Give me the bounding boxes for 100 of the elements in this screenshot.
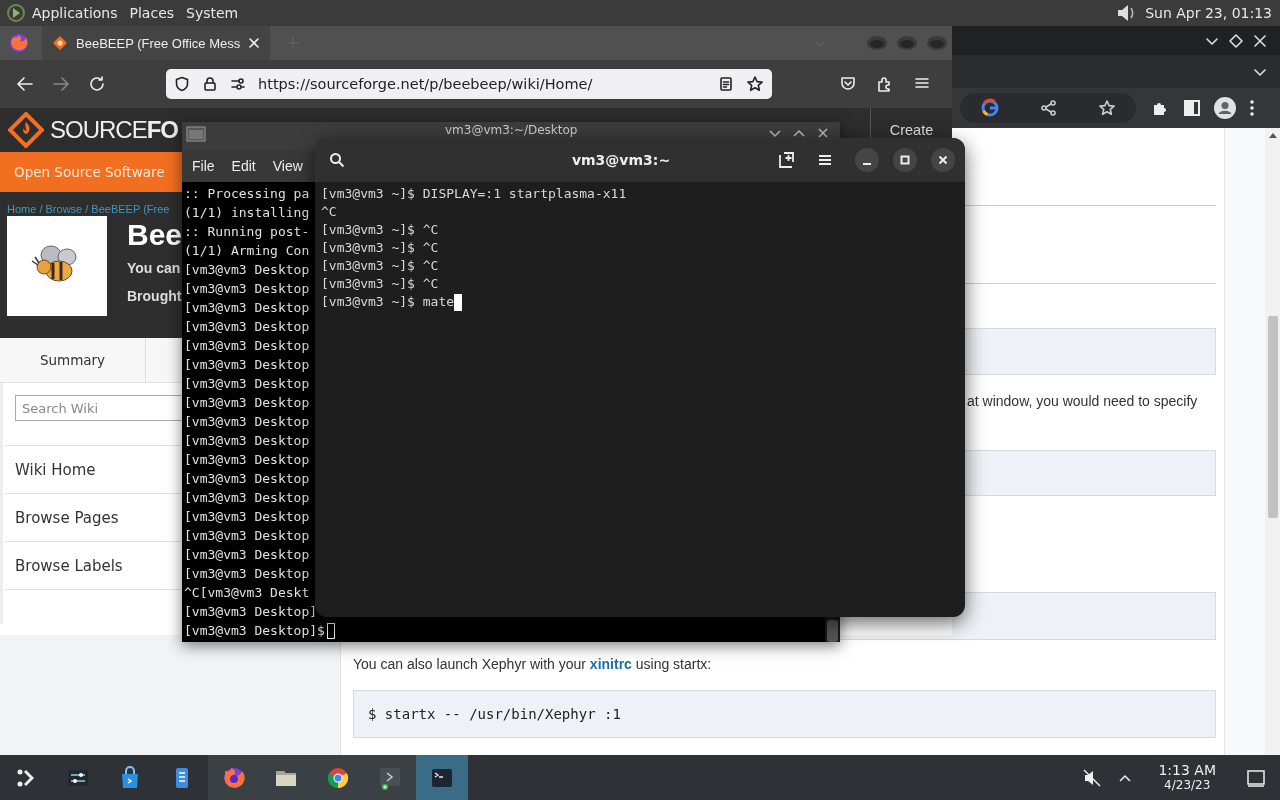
url-text: https://sourceforge.net/p/beebeep/wiki/Home/ bbox=[258, 76, 594, 92]
paragraph: at window, you would need to specify bbox=[966, 392, 1199, 411]
scrollbar-thumb[interactable] bbox=[1267, 316, 1278, 518]
search-field[interactable]: Search Wiki bbox=[15, 395, 185, 421]
terminal-plus-icon bbox=[378, 765, 402, 790]
menu-icon[interactable] bbox=[914, 75, 930, 91]
side-panel-icon[interactable] bbox=[1183, 99, 1201, 117]
show-desktop-icon[interactable] bbox=[1246, 767, 1266, 788]
terminal-line: (1/1) installing bbox=[184, 204, 310, 222]
panel-menu[interactable]: Places bbox=[123, 5, 181, 21]
lock-icon[interactable] bbox=[202, 76, 218, 92]
project-tagline: You can bbox=[127, 259, 181, 278]
terminal-line: [vm3@vm3 Desktop bbox=[184, 565, 310, 583]
terminal-line: ^C[vm3@vm3 Deskt bbox=[184, 584, 310, 602]
close-button[interactable] bbox=[931, 148, 955, 172]
play-logo-icon[interactable] bbox=[6, 3, 26, 23]
window-title: vm3@vm3:~ bbox=[570, 152, 672, 168]
project-tab[interactable]: Summary bbox=[0, 338, 146, 382]
browser-tab[interactable]: BeeBEEP (Free Office Mess bbox=[42, 26, 271, 60]
terminal-line: ^C bbox=[321, 203, 337, 221]
code-block: $ startx -- /usr/bin/Xephyr :1 bbox=[353, 690, 1216, 738]
clock-time: 1:13 AM bbox=[1158, 762, 1216, 778]
google-icon[interactable] bbox=[980, 98, 1000, 118]
logo-icon bbox=[8, 112, 44, 148]
reload-icon[interactable] bbox=[88, 75, 106, 93]
firefox-icon bbox=[222, 765, 246, 790]
close-icon[interactable] bbox=[1252, 32, 1268, 49]
terminal-line: [vm3@vm3 Desktop bbox=[184, 470, 310, 488]
terminal-line: [vm3@vm3 Desktop bbox=[184, 337, 310, 355]
breadcrumb[interactable]: Home / Browse / BeeBEEP (Free bbox=[7, 203, 170, 215]
terminal-line: [vm3@vm3 ~]$ DISPLAY=:1 startplasma-x11 bbox=[321, 185, 627, 203]
close-icon bbox=[938, 155, 948, 165]
terminal-icon bbox=[186, 126, 206, 142]
search-icon[interactable] bbox=[329, 152, 345, 168]
menu-item[interactable]: Edit bbox=[231, 158, 256, 174]
terminal-line: [vm3@vm3 ~]$ ^C bbox=[321, 275, 439, 293]
site-logo-text: SOURCEFO bbox=[50, 116, 178, 144]
terminal-line: :: Running post- bbox=[184, 223, 310, 241]
xinitrc-link[interactable]: xinitrc bbox=[589, 656, 632, 672]
terminal-line: [vm3@vm3 Desktop bbox=[184, 432, 310, 450]
diamond-favicon-icon bbox=[52, 35, 68, 51]
menu-item[interactable]: File bbox=[192, 158, 215, 174]
terminal-line: [vm3@vm3 ~]$ mate bbox=[321, 293, 455, 311]
terminal-line: [vm3@vm3 Desktop]$ bbox=[184, 622, 325, 640]
kebab-menu-icon[interactable] bbox=[1249, 99, 1255, 117]
close-icon[interactable] bbox=[248, 37, 261, 49]
paragraph: You can also launch Xephyr with your xinitrc using startx: bbox=[353, 655, 713, 674]
terminal-line: [vm3@vm3 Desktop bbox=[184, 489, 310, 507]
terminal-line: [vm3@vm3 Desktop] bbox=[184, 603, 318, 621]
sliders-icon[interactable] bbox=[230, 76, 246, 92]
url-field[interactable]: https://sourceforge.net/p/beebeep/wiki/Home/ bbox=[166, 69, 772, 99]
minimize-button[interactable] bbox=[855, 148, 879, 172]
clock[interactable]: 1:13 AM 4/23/23 bbox=[1158, 762, 1216, 793]
window-title: vm3@vm3:~/Desktop bbox=[445, 123, 578, 137]
terminal-line: [vm3@vm3 Desktop bbox=[184, 356, 310, 374]
avatar-icon[interactable] bbox=[1214, 97, 1236, 119]
terminal-line: [vm3@vm3 Desktop bbox=[184, 451, 310, 469]
tab-title: BeeBEEP (Free Office Mess bbox=[76, 35, 241, 51]
terminal-line: [vm3@vm3 Desktop bbox=[184, 375, 310, 393]
terminal-line: [vm3@vm3 Desktop bbox=[184, 261, 310, 279]
panel-menu[interactable]: Applications bbox=[26, 5, 124, 21]
close-icon[interactable] bbox=[816, 126, 830, 140]
clock-date: 4/23/23 bbox=[1164, 777, 1211, 793]
pocket-icon[interactable] bbox=[840, 75, 856, 91]
terminal-line: [vm3@vm3 Desktop bbox=[184, 299, 310, 317]
terminal-line: [vm3@vm3 Desktop bbox=[184, 508, 310, 526]
maximize-icon bbox=[900, 155, 910, 165]
terminal-line: [vm3@vm3 ~]$ ^C bbox=[321, 221, 439, 239]
terminal-line: [vm3@vm3 ~]$ ^C bbox=[321, 239, 439, 257]
star-icon[interactable] bbox=[746, 75, 764, 93]
muted-speaker-icon[interactable] bbox=[1082, 767, 1103, 788]
terminal-line: [vm3@vm3 Desktop bbox=[184, 527, 310, 545]
text-cursor bbox=[454, 293, 463, 311]
shield-icon[interactable] bbox=[174, 76, 190, 92]
terminal-line: [vm3@vm3 Desktop bbox=[184, 413, 310, 431]
menu-item[interactable]: View bbox=[272, 158, 303, 174]
share-icon[interactable] bbox=[1040, 99, 1058, 117]
back-arrow-icon[interactable] bbox=[16, 75, 34, 93]
terminal-line: [vm3@vm3 Desktop bbox=[184, 280, 310, 298]
text-cursor bbox=[326, 622, 335, 639]
diamond-icon[interactable] bbox=[1228, 32, 1244, 49]
firefox-logo-icon[interactable] bbox=[8, 32, 30, 54]
panel-menu[interactable]: System bbox=[180, 5, 245, 21]
project-byline: Brought bbox=[127, 287, 182, 306]
reader-view-icon[interactable] bbox=[718, 76, 734, 92]
scrollbar-thumb[interactable] bbox=[827, 620, 838, 642]
terminal-line: :: Processing pa bbox=[184, 185, 310, 203]
minimize-icon bbox=[862, 163, 872, 165]
create-link[interactable]: Create bbox=[889, 123, 934, 137]
project-title: Bee bbox=[127, 217, 183, 253]
terminal-line: [vm3@vm3 ~]$ ^C bbox=[321, 257, 439, 275]
terminal-line: [vm3@vm3 Desktop bbox=[184, 546, 310, 564]
scroll-up-icon[interactable] bbox=[1268, 132, 1277, 138]
terminal-line: [vm3@vm3 Desktop bbox=[184, 394, 310, 412]
chrome-icon bbox=[326, 765, 350, 790]
new-tab-icon[interactable] bbox=[777, 151, 795, 169]
panel-clock[interactable]: Sun Apr 23, 01:13 bbox=[1145, 5, 1272, 21]
menu-icon[interactable] bbox=[817, 152, 833, 168]
maximize-button[interactable] bbox=[893, 148, 917, 172]
terminal-line: (1/1) Arming Con bbox=[184, 242, 310, 260]
